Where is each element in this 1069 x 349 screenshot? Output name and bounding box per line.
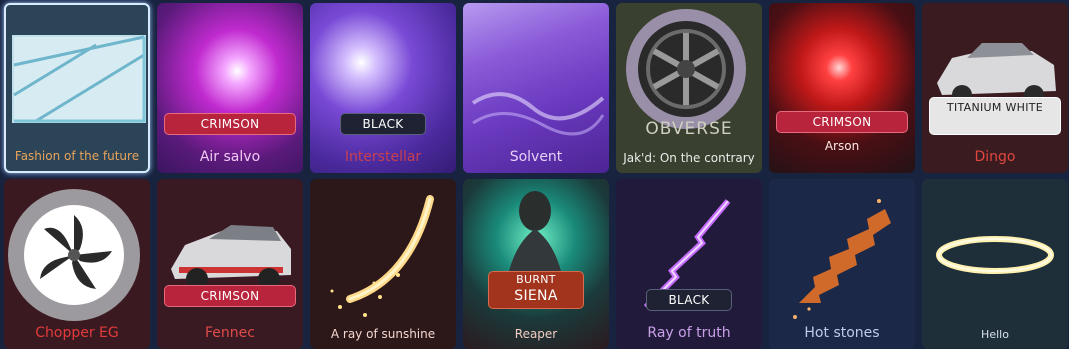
item-name: Dingo xyxy=(974,149,1016,165)
inventory-item-hot-stones[interactable]: Hot stones xyxy=(769,179,915,349)
paint-badge: CRIMSON xyxy=(776,111,908,133)
inventory-item-arson[interactable]: CRIMSON Arson xyxy=(769,3,915,173)
inventory-item-jakd-on-the-contrary[interactable]: OBVERSE Jak'd: On the contrary xyxy=(616,3,762,173)
paint-badge: BURNT SIENA xyxy=(488,271,584,309)
liquid-goal-explosion-icon xyxy=(471,92,605,136)
inventory-item-interstellar[interactable]: BLACK Interstellar xyxy=(310,3,456,173)
glass-decal-icon xyxy=(12,35,146,123)
item-name: Fashion of the future xyxy=(14,149,140,163)
inventory-item-fashion-of-the-future[interactable]: Fashion of the future xyxy=(4,3,150,173)
edition-overlay: OBVERSE xyxy=(645,119,733,139)
inventory-item-ray-of-truth[interactable]: BLACK Ray of truth xyxy=(616,179,762,349)
inventory-item-chopper-eg[interactable]: Chopper EG xyxy=(4,179,150,349)
ember-trail-icon xyxy=(793,199,891,319)
paint-badge: CRIMSON xyxy=(164,113,296,135)
inventory-item-a-ray-of-sunshine[interactable]: A ray of sunshine xyxy=(310,179,456,349)
item-name: Air salvo xyxy=(199,149,261,165)
item-name: Hot stones xyxy=(804,325,880,341)
item-name: Solvent xyxy=(509,149,563,165)
inventory-item-air-salvo[interactable]: CRIMSON Air salvo xyxy=(157,3,303,173)
wheel-rim-icon xyxy=(626,9,746,129)
paint-badge: BLACK xyxy=(646,289,732,311)
inventory-item-dingo[interactable]: TITANIUM WHITE Dingo xyxy=(922,3,1068,173)
inventory-item-hello[interactable]: Hello xyxy=(922,179,1068,349)
car-body-icon xyxy=(171,225,291,290)
paint-badge: BLACK xyxy=(340,113,426,135)
item-name: A ray of sunshine xyxy=(330,327,436,341)
item-name: Chopper EG xyxy=(35,325,119,341)
reaper-avatar-icon xyxy=(503,191,567,309)
item-name: Ray of truth xyxy=(647,325,731,341)
item-name: Arson xyxy=(824,139,860,153)
car-body-icon xyxy=(937,43,1056,105)
inventory-item-solvent[interactable]: Solvent xyxy=(463,3,609,173)
inventory-item-fennec[interactable]: CRIMSON Fennec xyxy=(157,179,303,349)
item-name: Fennec xyxy=(205,325,255,341)
paint-badge: CRIMSON xyxy=(164,285,296,307)
lightning-trail-icon xyxy=(643,199,731,310)
paint-badge-line1: BURNT xyxy=(516,273,556,286)
item-name: Hello xyxy=(981,328,1009,341)
paint-badge-line2: SIENA xyxy=(514,288,558,304)
item-name: Reaper xyxy=(514,327,558,341)
item-name: Interstellar xyxy=(344,149,422,165)
turbine-wheel-icon xyxy=(8,189,140,321)
item-name: Jak'd: On the contrary xyxy=(623,151,755,165)
inventory-grid: Fashion of the future CRIMSON Air salvo … xyxy=(4,3,1068,349)
halo-topper-icon xyxy=(936,236,1054,274)
sparkle-trail-icon xyxy=(330,195,434,317)
paint-badge: TITANIUM WHITE xyxy=(929,97,1061,135)
inventory-item-reaper[interactable]: BURNT SIENA Reaper xyxy=(463,179,609,349)
